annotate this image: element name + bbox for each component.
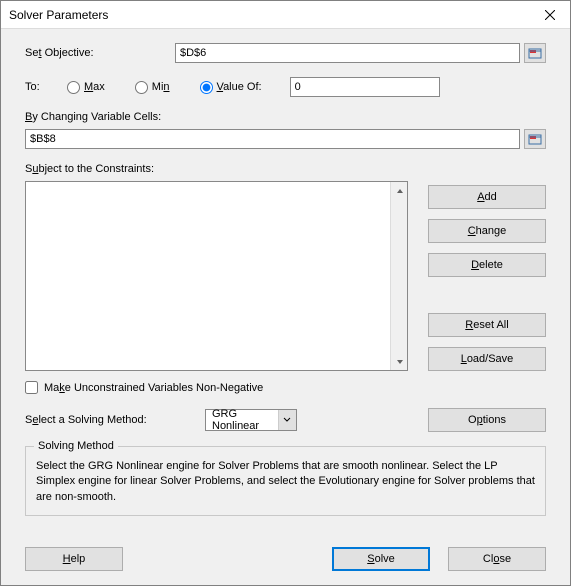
range-picker-icon [528, 46, 542, 60]
to-label: To: [25, 81, 67, 93]
solving-method-label: Select a Solving Method: [25, 414, 185, 426]
chevron-up-icon [396, 187, 404, 195]
constraints-scrollbar[interactable] [390, 182, 407, 370]
solving-method-description: Select the GRG Nonlinear engine for Solv… [36, 459, 535, 505]
close-button[interactable]: Close [448, 547, 546, 571]
reset-all-button[interactable]: Reset All [428, 313, 546, 337]
range-picker-icon [528, 132, 542, 146]
window-title: Solver Parameters [9, 8, 530, 22]
changing-cells-input[interactable] [25, 129, 520, 149]
titlebar: Solver Parameters [1, 1, 570, 29]
solving-method-select[interactable]: GRG Nonlinear [205, 409, 297, 431]
radio-min-input[interactable] [135, 81, 148, 94]
set-objective-label: Set Objective: [25, 47, 175, 59]
load-save-button[interactable]: Load/Save [428, 347, 546, 371]
window-close-button[interactable] [530, 1, 570, 29]
dialog-footer: Help Solve Close [25, 547, 546, 571]
constraints-buttons: Add Change Delete Reset All Load/Save [428, 181, 546, 371]
solving-method-heading: Solving Method [34, 439, 118, 454]
scroll-up-button[interactable] [391, 182, 408, 199]
solving-method-groupbox: Solving Method Select the GRG Nonlinear … [25, 446, 546, 516]
radio-max[interactable]: Max [67, 81, 105, 94]
radio-value-of[interactable]: Value Of: [200, 81, 262, 94]
change-button[interactable]: Change [428, 219, 546, 243]
radio-max-input[interactable] [67, 81, 80, 94]
make-unconstrained-checkbox[interactable] [25, 381, 38, 394]
changing-cells-range-picker-button[interactable] [524, 129, 546, 149]
close-icon [545, 10, 555, 20]
objective-input[interactable] [175, 43, 520, 63]
help-button[interactable]: Help [25, 547, 123, 571]
make-unconstrained-label: Make Unconstrained Variables Non-Negativ… [44, 382, 263, 394]
scroll-down-button[interactable] [391, 353, 408, 370]
solve-button[interactable]: Solve [332, 547, 430, 571]
constraints-listbox[interactable] [25, 181, 408, 371]
radio-max-label: Max [84, 81, 105, 93]
radio-min-label: Min [152, 81, 170, 93]
solver-parameters-dialog: Solver Parameters Set Objective: To: [0, 0, 571, 586]
options-button[interactable]: Options [428, 408, 546, 432]
constraints-label: Subject to the Constraints: [25, 163, 154, 175]
value-of-input[interactable] [290, 77, 440, 97]
radio-value-of-label: Value Of: [217, 81, 262, 93]
changing-cells-label: By Changing Variable Cells: [25, 111, 161, 123]
dialog-body: Set Objective: To: Max Min [1, 29, 570, 585]
radio-value-of-input[interactable] [200, 81, 213, 94]
select-caret [278, 410, 296, 430]
chevron-down-icon [283, 416, 291, 424]
objective-range-picker-button[interactable] [524, 43, 546, 63]
delete-button[interactable]: Delete [428, 253, 546, 277]
add-button[interactable]: Add [428, 185, 546, 209]
chevron-down-icon [396, 358, 404, 366]
radio-min[interactable]: Min [135, 81, 170, 94]
